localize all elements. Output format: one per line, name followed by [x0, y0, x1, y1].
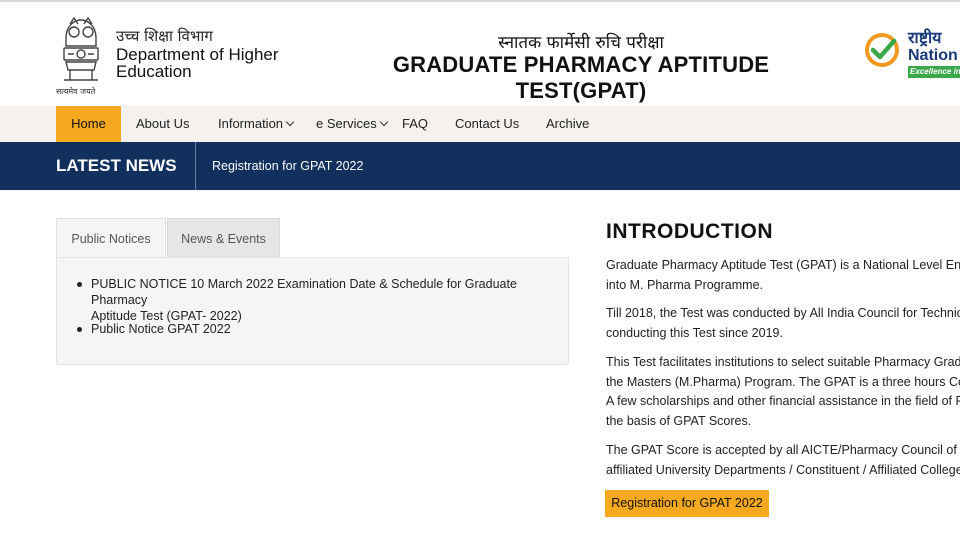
nav-contact-us-label: Contact Us	[455, 116, 520, 131]
paragraph-line: Till 2018, the Test was conducted by All…	[606, 306, 960, 320]
paragraph-line: The GPAT Score is accepted by all AICTE/…	[606, 443, 957, 457]
paragraph-line: conducting this Test since 2019.	[606, 325, 783, 340]
nav-information-label: Information	[218, 116, 284, 131]
chevron-down-icon	[379, 117, 388, 127]
nav-archive-label: Archive	[546, 116, 590, 131]
nav-e-services[interactable]: e Services	[302, 106, 401, 142]
latest-news-label: LATEST NEWS	[56, 156, 177, 175]
nav-home-label: Home	[71, 116, 106, 131]
notice-item[interactable]: PUBLIC NOTICE 10 March 2022 Examination …	[77, 276, 568, 324]
nav-e-services-label: e Services	[316, 116, 377, 131]
nav-archive[interactable]: Archive	[532, 106, 603, 142]
national-emblem-icon	[63, 16, 99, 81]
nav-information[interactable]: Information	[204, 106, 307, 142]
site-title: GRADUATE PHARMACY APTITUDE TEST(GPAT)	[392, 52, 770, 103]
notice-line: PUBLIC NOTICE 10 March 2022 Examination …	[91, 277, 517, 307]
department-name-line2: Education	[116, 62, 192, 81]
tab-news-events[interactable]: News & Events	[167, 218, 280, 258]
tab-public-notices[interactable]: Public Notices	[56, 218, 166, 258]
nta-tagline: Excellence in A	[908, 66, 960, 78]
nav-about-us[interactable]: About Us	[122, 106, 203, 142]
intro-paragraph: Till 2018, the Test was conducted by All…	[606, 304, 960, 343]
latest-news-bar: LATEST NEWS Registration for GPAT 2022	[0, 142, 960, 190]
notice-item[interactable]: Public Notice GPAT 2022	[77, 321, 231, 337]
nta-hindi-name: राष्ट्रीय	[908, 28, 942, 47]
registration-button[interactable]: Registration for GPAT 2022	[605, 490, 769, 517]
paragraph-line: Graduate Pharmacy Aptitude Test (GPAT) i…	[606, 258, 960, 272]
intro-paragraph: Graduate Pharmacy Aptitude Test (GPAT) i…	[606, 256, 960, 295]
paragraph-line: A few scholarships and other financial a…	[606, 394, 960, 408]
notice-line: Public Notice GPAT 2022	[91, 322, 231, 336]
introduction-heading: INTRODUCTION	[606, 220, 773, 243]
paragraph-line: the Masters (M.Pharma) Program. The GPAT…	[606, 374, 960, 389]
site-title-hindi: स्नातक फार्मेसी रुचि परीक्षा	[498, 33, 664, 53]
latest-news-link[interactable]: Registration for GPAT 2022	[212, 142, 363, 190]
department-name-line1: Department of Higher	[116, 45, 279, 64]
paragraph-line: into M. Pharma Programme.	[606, 277, 763, 292]
intro-paragraph: This Test facilitates institutions to se…	[606, 353, 960, 431]
department-name: Department of Higher Education	[116, 46, 316, 80]
paragraph-line: the basis of GPAT Scores.	[606, 413, 752, 428]
main-navigation: Home About Us Information e Services FAQ…	[0, 106, 960, 142]
paragraph-line: This Test facilitates institutions to se…	[606, 355, 960, 369]
site-header: सत्यमेव जयते उच्च शिक्षा विभाग Departmen…	[0, 0, 960, 106]
emblem-motto: सत्यमेव जयते	[56, 87, 96, 96]
public-notices-panel: PUBLIC NOTICE 10 March 2022 Examination …	[56, 257, 569, 365]
news-divider	[195, 142, 196, 190]
chevron-down-icon	[285, 117, 295, 127]
nav-home[interactable]: Home	[56, 106, 121, 142]
nav-faq[interactable]: FAQ	[388, 106, 442, 142]
nav-about-us-label: About Us	[136, 116, 190, 131]
check-circle-icon	[865, 33, 899, 67]
department-hindi-name: उच्च शिक्षा विभाग	[116, 27, 213, 45]
paragraph-line: affiliated University Departments / Cons…	[606, 462, 960, 477]
nta-name: Nation	[908, 47, 958, 64]
nav-contact-us[interactable]: Contact Us	[441, 106, 533, 142]
intro-paragraph: The GPAT Score is accepted by all AICTE/…	[606, 441, 960, 480]
nav-faq-label: FAQ	[402, 116, 429, 131]
